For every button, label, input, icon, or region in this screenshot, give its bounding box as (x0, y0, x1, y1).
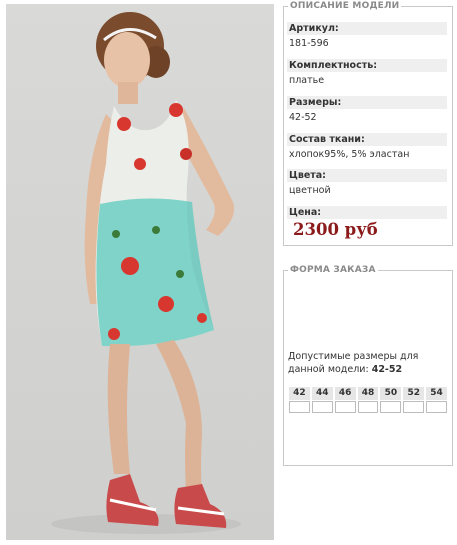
colors-value: цветной (289, 185, 331, 196)
size-quantity-input[interactable] (334, 401, 356, 413)
size-header: 46 (334, 387, 356, 400)
allowed-sizes-text: Допустимые размеры для данной модели: 42… (288, 350, 452, 376)
fabric-label: Состав ткани: (287, 133, 447, 146)
price-value: 2300 руб (293, 220, 378, 239)
size-quantity-input[interactable] (380, 401, 402, 413)
model-illustration (51, 12, 241, 534)
allowed-sizes-range: 42-52 (371, 364, 403, 375)
size-selector: 42 44 46 48 50 52 54 (289, 387, 447, 413)
set-label: Комплектность: (287, 59, 447, 72)
set-value: платье (289, 75, 325, 86)
size-header: 48 (357, 387, 379, 400)
size-quantity-input[interactable] (311, 401, 333, 413)
size-quantity-input[interactable] (426, 401, 447, 413)
size-header: 52 (403, 387, 425, 400)
size-header: 54 (426, 387, 447, 400)
size-header: 50 (380, 387, 402, 400)
size-header: 44 (311, 387, 333, 400)
size-header: 42 (289, 387, 310, 400)
article-label: Артикул: (287, 22, 447, 35)
fabric-value: хлопок95%, 5% эластан (289, 149, 410, 160)
description-legend: ОПИСАНИЕ МОДЕЛИ (288, 0, 402, 13)
size-quantity-input[interactable] (289, 401, 310, 413)
colors-label: Цвета: (287, 169, 447, 182)
order-legend: ФОРМА ЗАКАЗА (288, 264, 378, 277)
sizes-label: Размеры: (287, 96, 447, 109)
size-quantity-input[interactable] (357, 401, 379, 413)
size-quantity-input[interactable] (403, 401, 425, 413)
article-value: 181-596 (289, 38, 329, 49)
price-label: Цена: (287, 206, 447, 219)
product-photo (6, 4, 274, 540)
sizes-value: 42-52 (289, 112, 317, 123)
